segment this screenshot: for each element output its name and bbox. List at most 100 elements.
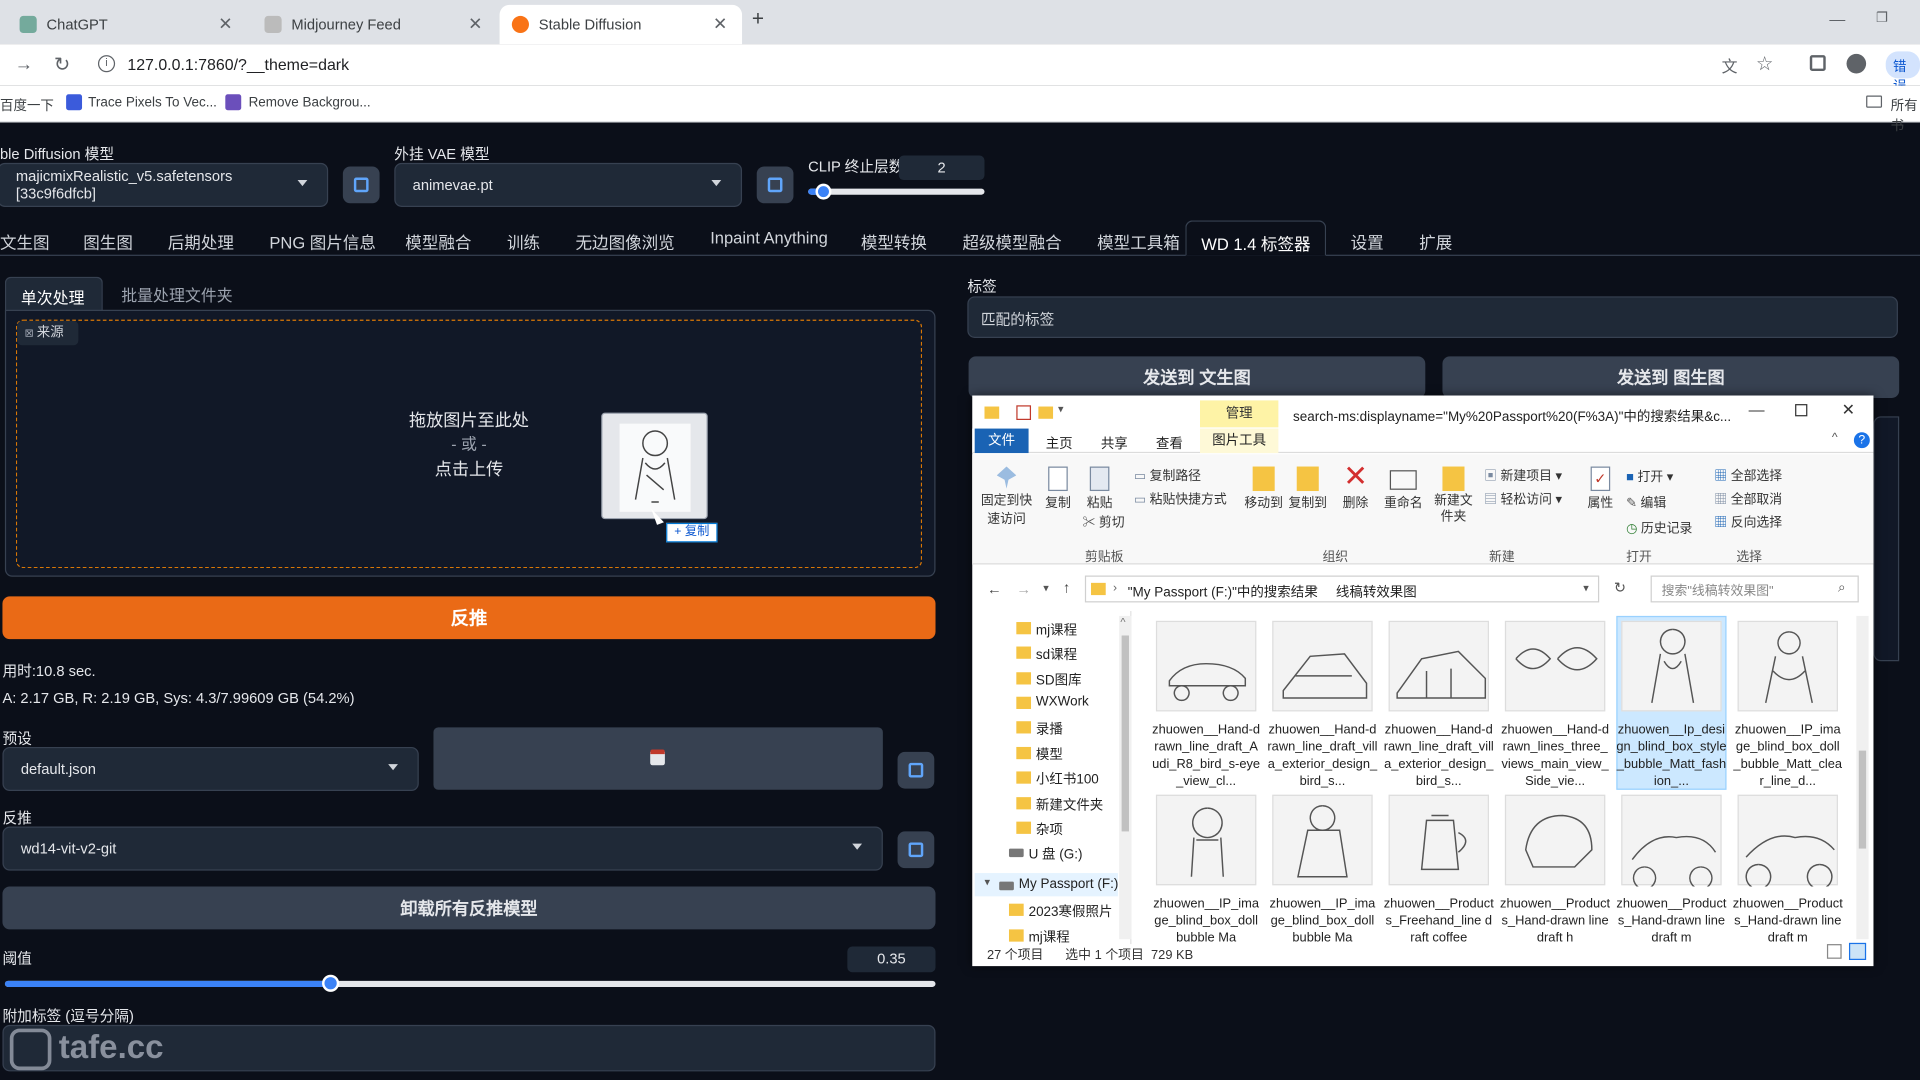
tree-item[interactable]: 录播	[1036, 719, 1063, 739]
threshold-slider[interactable]	[4, 974, 936, 992]
reload-icon[interactable]: ↻	[54, 53, 70, 77]
bookmark-trace-pixels[interactable]: Trace Pixels To Vec...	[88, 96, 217, 111]
main-tab[interactable]: 模型工具箱	[1097, 229, 1180, 253]
file-thumbnail[interactable]	[1737, 794, 1838, 890]
large-icons-view-icon[interactable]	[1848, 942, 1867, 961]
scrollbar-thumb[interactable]	[1858, 750, 1867, 849]
tree-item[interactable]: sd课程	[1036, 644, 1077, 664]
chevron-down-icon[interactable]: ▾	[1583, 582, 1589, 595]
ribbon-tab-home[interactable]: 主页	[1046, 433, 1073, 453]
file-thumbnail[interactable]	[1621, 620, 1722, 712]
up-icon[interactable]: ↑	[1063, 579, 1070, 596]
copy-path-button[interactable]: ▭ 复制路径	[1134, 465, 1227, 488]
tab-chatgpt[interactable]: ChatGPT ✕	[7, 5, 247, 44]
tree-item[interactable]: mj课程	[1036, 620, 1077, 640]
main-tab[interactable]: 扩展	[1419, 229, 1452, 253]
file-thumbnail[interactable]	[1737, 620, 1838, 712]
file-name[interactable]: zhuowen__Hand-drawn_line_draft_Audi_R8_b…	[1151, 721, 1261, 790]
qat-chevron-icon[interactable]: ▾	[1058, 403, 1064, 416]
file-thumbnail[interactable]	[1504, 794, 1606, 886]
main-tab[interactable]: 模型转换	[861, 229, 927, 253]
close-icon[interactable]: ✕	[1842, 400, 1855, 420]
search-box[interactable]: 搜索"线稿转效果图" ⌕	[1650, 575, 1859, 603]
manage-context-tab[interactable]: 管理	[1200, 400, 1279, 428]
file-thumbnail[interactable]	[1272, 794, 1373, 886]
new-item-button[interactable]: ▣ 新建项目 ▾	[1484, 465, 1562, 488]
minimize-icon[interactable]: —	[1829, 10, 1845, 28]
delete-button[interactable]: ✕ 删除	[1337, 462, 1374, 512]
file-thumbnail[interactable]	[1155, 794, 1257, 886]
main-tab[interactable]: 文生图	[0, 229, 50, 253]
easy-access-button[interactable]: ▤ 轻松访问 ▾	[1484, 489, 1562, 512]
main-tab[interactable]: 模型融合	[405, 229, 471, 253]
main-tab[interactable]: 图生图	[83, 229, 133, 253]
file-thumbnail[interactable]	[1621, 794, 1722, 890]
edit-button[interactable]: ✎ 编辑	[1626, 491, 1692, 517]
rename-button[interactable]: 重命名	[1381, 467, 1425, 512]
tree-item[interactable]: 小红书100	[1036, 769, 1099, 789]
new-folder-qat-icon[interactable]	[1038, 406, 1054, 419]
tab-batch-folder[interactable]: 批量处理文件夹	[121, 283, 232, 306]
vae-dropdown[interactable]: animevae.pt	[394, 162, 743, 207]
tab-single-process[interactable]: 单次处理	[4, 276, 103, 312]
clip-skip-input[interactable]: 2	[898, 155, 985, 181]
main-tab[interactable]: 训练	[507, 229, 540, 253]
send-to-img2img-button[interactable]: 发送到 图生图	[1442, 356, 1900, 398]
new-folder-button[interactable]: 新建文件夹	[1433, 466, 1475, 526]
refresh-vae-button[interactable]	[756, 166, 794, 204]
file-name[interactable]: zhuowen__IP_image_blind_box_doll_bubble_…	[1733, 721, 1843, 790]
error-badge[interactable]: 错误	[1885, 51, 1920, 94]
profile-icon[interactable]	[1846, 53, 1867, 74]
select-all-button[interactable]: ▦ 全部选择	[1714, 465, 1782, 488]
file-name[interactable]: zhuowen__Products_Freehand_line draft co…	[1384, 895, 1494, 949]
tree-item[interactable]: 模型	[1036, 744, 1063, 764]
history-button[interactable]: ◷ 历史记录	[1626, 517, 1692, 543]
move-to-button[interactable]: 移动到	[1242, 466, 1286, 512]
open-button[interactable]: ■ 打开 ▾	[1626, 465, 1692, 491]
checkpoint-dropdown[interactable]: majicmixRealistic_v5.safetensors [33c9f6…	[0, 162, 329, 207]
pin-quick-access-button[interactable]: 固定到快速访问	[980, 466, 1034, 528]
file-name[interactable]: zhuowen__Hand-drawn_line_draft_villa_ext…	[1384, 721, 1494, 790]
restore-icon[interactable]: ❐	[1876, 10, 1888, 26]
bookmark-star-icon[interactable]: ☆	[1756, 51, 1774, 75]
ribbon-tab-picture-tools[interactable]: 图片工具	[1200, 428, 1279, 454]
tree-item[interactable]: My Passport (F:)	[1019, 877, 1119, 892]
file-name[interactable]: zhuowen__IP_image_blind_box_doll bubble …	[1151, 895, 1261, 949]
properties-button[interactable]: ✓ 属性	[1584, 466, 1616, 512]
upload-prompt[interactable]: 拖放图片至此处 - 或 - 点击上传	[389, 408, 548, 481]
content-scrollbar[interactable]	[1856, 615, 1869, 940]
bookmark-remove-background[interactable]: Remove Backgrou...	[249, 96, 371, 111]
clip-skip-slider[interactable]	[808, 183, 985, 200]
details-view-icon[interactable]	[1826, 944, 1842, 959]
breadcrumb-search-results[interactable]: "My Passport (F:)"中的搜索结果	[1128, 582, 1318, 602]
translate-icon[interactable]: 文	[1722, 54, 1738, 77]
side-panel-icon[interactable]	[1809, 55, 1826, 72]
tree-item[interactable]: U 盘 (G:)	[1029, 844, 1083, 864]
recent-chevron-icon[interactable]: ▾	[1043, 582, 1049, 595]
ribbon-tab-file[interactable]: 文件	[974, 428, 1029, 454]
interrogator-dropdown[interactable]: wd14-vit-v2-git	[2, 826, 883, 871]
chevron-down-icon[interactable]: ▾	[984, 876, 990, 889]
preset-dropdown[interactable]: default.json	[2, 746, 419, 792]
refresh-icon[interactable]: ↻	[1614, 579, 1626, 596]
close-icon[interactable]: ✕	[218, 13, 232, 34]
tab-midjourney[interactable]: Midjourney Feed ✕	[252, 5, 497, 44]
refresh-interrogator-button[interactable]	[897, 831, 935, 869]
main-tab[interactable]: PNG 图片信息	[269, 229, 376, 253]
close-icon[interactable]: ✕	[713, 13, 727, 34]
ribbon-tab-view[interactable]: 查看	[1156, 433, 1183, 453]
forward-icon[interactable]: →	[15, 54, 33, 75]
file-name[interactable]: zhuowen__Ip_design_blind_box_style_bubbl…	[1616, 721, 1726, 790]
matched-tags-output[interactable]: 匹配的标签	[967, 296, 1898, 338]
unload-models-button[interactable]: 卸载所有反推模型	[2, 886, 936, 930]
main-tab[interactable]: 无边图像浏览	[576, 229, 675, 253]
tree-item[interactable]: mj课程	[1029, 927, 1070, 947]
tree-item[interactable]: WXWork	[1036, 694, 1089, 709]
file-name[interactable]: zhuowen__Products_Hand-drawn line draft …	[1616, 895, 1726, 949]
select-none-button[interactable]: ▦ 全部取消	[1714, 489, 1782, 512]
maximize-icon[interactable]	[1795, 404, 1808, 417]
back-icon[interactable]: ←	[987, 580, 1002, 597]
breadcrumb-bar[interactable]: › "My Passport (F:)"中的搜索结果 › 线稿转效果图 ▾	[1084, 575, 1600, 603]
file-thumbnail[interactable]	[1388, 794, 1489, 886]
file-thumbnail[interactable]	[1272, 620, 1373, 712]
